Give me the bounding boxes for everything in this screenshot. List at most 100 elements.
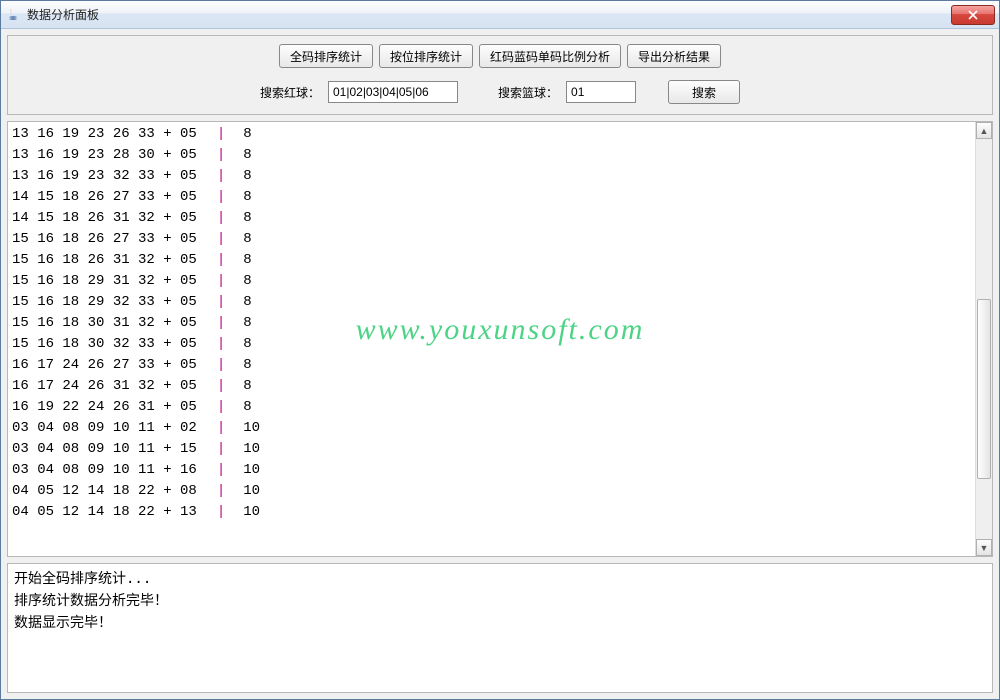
app-window: 数据分析面板 全码排序统计 按位排序统计 红码蓝码单码比例分析 导出分析结果 搜… (0, 0, 1000, 700)
row-separator: | (197, 124, 235, 145)
row-count: 8 (235, 292, 251, 313)
close-button[interactable] (951, 5, 995, 25)
result-row: 03 04 08 09 10 11 + 16|10 (12, 460, 988, 481)
row-separator: | (197, 439, 235, 460)
row-separator: | (197, 460, 235, 481)
row-separator: | (197, 292, 235, 313)
result-row: 14 15 18 26 31 32 + 05|8 (12, 208, 988, 229)
row-numbers: 15 16 18 30 31 32 + 05 (12, 313, 197, 334)
row-count: 10 (235, 439, 260, 460)
row-count: 8 (235, 355, 251, 376)
row-count: 8 (235, 145, 251, 166)
result-row: 03 04 08 09 10 11 + 15|10 (12, 439, 988, 460)
search-blue-input[interactable] (566, 81, 636, 103)
result-row: 15 16 18 26 27 33 + 05|8 (12, 229, 988, 250)
java-icon (5, 7, 21, 23)
row-separator: | (197, 271, 235, 292)
result-row: 16 19 22 24 26 31 + 05|8 (12, 397, 988, 418)
result-row: 16 17 24 26 27 33 + 05|8 (12, 355, 988, 376)
row-count: 8 (235, 376, 251, 397)
row-count: 10 (235, 481, 260, 502)
search-red-label: 搜索红球： (260, 84, 320, 101)
toolbar-panel: 全码排序统计 按位排序统计 红码蓝码单码比例分析 导出分析结果 搜索红球： 搜索… (7, 35, 993, 115)
row-numbers: 04 05 12 14 18 22 + 13 (12, 502, 197, 523)
row-numbers: 15 16 18 30 32 33 + 05 (12, 334, 197, 355)
row-numbers: 03 04 08 09 10 11 + 16 (12, 460, 197, 481)
content-area: 全码排序统计 按位排序统计 红码蓝码单码比例分析 导出分析结果 搜索红球： 搜索… (1, 29, 999, 699)
row-count: 8 (235, 271, 251, 292)
result-row: 13 16 19 23 32 33 + 05|8 (12, 166, 988, 187)
scroll-down-button[interactable]: ▼ (976, 539, 992, 556)
row-separator: | (197, 313, 235, 334)
row-separator: | (197, 145, 235, 166)
row-numbers: 13 16 19 23 26 33 + 05 (12, 124, 197, 145)
row-numbers: 15 16 18 29 32 33 + 05 (12, 292, 197, 313)
row-numbers: 14 15 18 26 31 32 + 05 (12, 208, 197, 229)
result-row: 15 16 18 30 32 33 + 05|8 (12, 334, 988, 355)
row-separator: | (197, 481, 235, 502)
log-panel[interactable]: 开始全码排序统计...排序统计数据分析完毕！数据显示完毕！ (7, 563, 993, 693)
result-row: 16 17 24 26 31 32 + 05|8 (12, 376, 988, 397)
row-numbers: 14 15 18 26 27 33 + 05 (12, 187, 197, 208)
scroll-track[interactable] (976, 139, 992, 539)
scroll-thumb[interactable] (977, 299, 991, 479)
search-button[interactable]: 搜索 (668, 80, 740, 104)
scroll-up-button[interactable]: ▲ (976, 122, 992, 139)
row-separator: | (197, 166, 235, 187)
row-count: 8 (235, 124, 251, 145)
row-count: 8 (235, 250, 251, 271)
result-row: 14 15 18 26 27 33 + 05|8 (12, 187, 988, 208)
row-numbers: 15 16 18 26 27 33 + 05 (12, 229, 197, 250)
row-numbers: 03 04 08 09 10 11 + 02 (12, 418, 197, 439)
row-numbers: 03 04 08 09 10 11 + 15 (12, 439, 197, 460)
result-row: 15 16 18 30 31 32 + 05|8 (12, 313, 988, 334)
log-line: 开始全码排序统计... (14, 568, 986, 590)
row-count: 8 (235, 334, 251, 355)
row-separator: | (197, 397, 235, 418)
row-separator: | (197, 418, 235, 439)
result-row: 15 16 18 29 31 32 + 05|8 (12, 271, 988, 292)
row-count: 10 (235, 460, 260, 481)
row-separator: | (197, 376, 235, 397)
titlebar: 数据分析面板 (1, 1, 999, 29)
export-button[interactable]: 导出分析结果 (627, 44, 721, 68)
result-row: 04 05 12 14 18 22 + 13|10 (12, 502, 988, 523)
row-numbers: 13 16 19 23 28 30 + 05 (12, 145, 197, 166)
row-separator: | (197, 334, 235, 355)
row-separator: | (197, 208, 235, 229)
row-count: 8 (235, 397, 251, 418)
pos-sort-button[interactable]: 按位排序统计 (379, 44, 473, 68)
vertical-scrollbar[interactable]: ▲ ▼ (975, 122, 992, 556)
row-separator: | (197, 250, 235, 271)
row-numbers: 16 17 24 26 27 33 + 05 (12, 355, 197, 376)
button-row: 全码排序统计 按位排序统计 红码蓝码单码比例分析 导出分析结果 (16, 44, 984, 68)
log-line: 排序统计数据分析完毕！ (14, 590, 986, 612)
row-numbers: 13 16 19 23 32 33 + 05 (12, 166, 197, 187)
search-row: 搜索红球： 搜索篮球： 搜索 (16, 80, 984, 104)
result-row: 13 16 19 23 28 30 + 05|8 (12, 145, 988, 166)
full-sort-button[interactable]: 全码排序统计 (279, 44, 373, 68)
search-blue-label: 搜索篮球： (498, 84, 558, 101)
result-row: 03 04 08 09 10 11 + 02|10 (12, 418, 988, 439)
row-count: 8 (235, 187, 251, 208)
result-row: 04 05 12 14 18 22 + 08|10 (12, 481, 988, 502)
row-count: 10 (235, 502, 260, 523)
search-red-input[interactable] (328, 81, 458, 103)
row-numbers: 04 05 12 14 18 22 + 08 (12, 481, 197, 502)
log-line: 数据显示完毕！ (14, 612, 986, 634)
row-separator: | (197, 355, 235, 376)
row-count: 10 (235, 418, 260, 439)
row-numbers: 15 16 18 26 31 32 + 05 (12, 250, 197, 271)
results-text[interactable]: 13 16 19 23 26 33 + 05|813 16 19 23 28 3… (8, 122, 992, 525)
row-separator: | (197, 229, 235, 250)
result-row: 13 16 19 23 26 33 + 05|8 (12, 124, 988, 145)
row-numbers: 15 16 18 29 31 32 + 05 (12, 271, 197, 292)
ratio-analysis-button[interactable]: 红码蓝码单码比例分析 (479, 44, 621, 68)
results-panel: 13 16 19 23 26 33 + 05|813 16 19 23 28 3… (7, 121, 993, 557)
row-separator: | (197, 187, 235, 208)
window-title: 数据分析面板 (27, 6, 951, 23)
row-separator: | (197, 502, 235, 523)
row-count: 8 (235, 166, 251, 187)
row-numbers: 16 17 24 26 31 32 + 05 (12, 376, 197, 397)
row-count: 8 (235, 313, 251, 334)
